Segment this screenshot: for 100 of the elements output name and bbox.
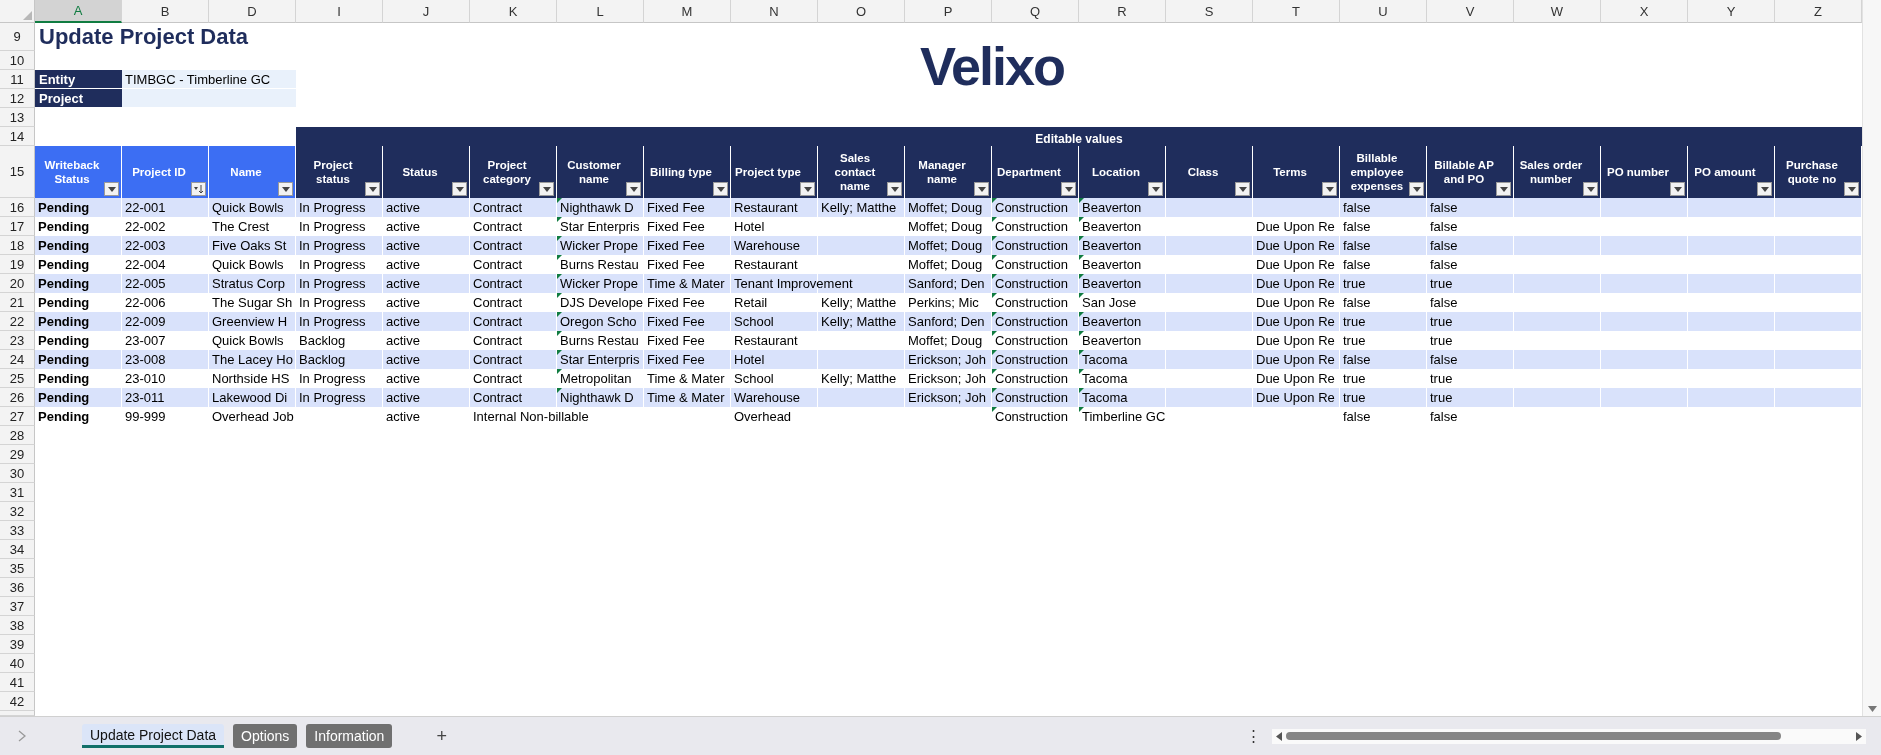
row-number[interactable]: 25 xyxy=(0,369,35,388)
column-letter[interactable]: R xyxy=(1079,0,1166,23)
table-cell: Contract xyxy=(473,257,523,272)
row-number[interactable]: 30 xyxy=(0,464,35,483)
filter-button[interactable] xyxy=(191,182,206,196)
scroll-right-icon[interactable] xyxy=(1856,731,1862,741)
column-letter[interactable]: L xyxy=(557,0,644,23)
row-number[interactable]: 18 xyxy=(0,236,35,255)
filter-button[interactable] xyxy=(1061,182,1076,196)
more-button[interactable]: ⋮ xyxy=(1243,727,1264,745)
filter-button[interactable] xyxy=(1322,182,1337,196)
scroll-down-icon[interactable] xyxy=(1867,706,1877,712)
column-letter[interactable]: P xyxy=(905,0,992,23)
sheet-tab[interactable]: Information xyxy=(306,724,393,748)
column-header-label: Project status xyxy=(312,158,354,186)
row-number[interactable]: 39 xyxy=(0,635,35,654)
filter-button[interactable] xyxy=(1670,182,1685,196)
caret-icon xyxy=(1586,186,1595,192)
caret-icon xyxy=(890,186,899,192)
row-number[interactable]: 41 xyxy=(0,673,35,692)
column-letter[interactable]: Y xyxy=(1688,0,1775,23)
row-number[interactable]: 14 xyxy=(0,127,35,146)
row-number[interactable]: 21 xyxy=(0,293,35,312)
column-letter[interactable]: U xyxy=(1340,0,1427,23)
table-cell: Quick Bowls xyxy=(212,200,284,215)
caret-icon xyxy=(107,186,116,192)
caret-icon xyxy=(455,186,464,192)
column-letter[interactable]: V xyxy=(1427,0,1514,23)
row-number[interactable]: 26 xyxy=(0,388,35,407)
filter-button[interactable] xyxy=(1844,182,1859,196)
column-letter[interactable]: W xyxy=(1514,0,1601,23)
filter-button[interactable] xyxy=(104,182,119,196)
sheet-tab[interactable]: Options xyxy=(233,724,298,748)
horizontal-scrollbar[interactable] xyxy=(1272,728,1866,744)
row-number[interactable]: 27 xyxy=(0,407,35,426)
column-letter[interactable]: A xyxy=(35,0,122,23)
filter-button[interactable] xyxy=(1148,182,1163,196)
scroll-thumb[interactable] xyxy=(1286,732,1781,740)
row-number[interactable]: 9 xyxy=(0,23,35,51)
row-number[interactable]: 42 xyxy=(0,692,35,711)
filter-button[interactable] xyxy=(1757,182,1772,196)
column-letter[interactable]: O xyxy=(818,0,905,23)
filter-button[interactable] xyxy=(452,182,467,196)
filter-button[interactable] xyxy=(1583,182,1598,196)
row-number[interactable]: 31 xyxy=(0,483,35,502)
row-number[interactable]: 15 xyxy=(0,146,35,198)
column-letter[interactable]: I xyxy=(296,0,383,23)
row-number[interactable]: 11 xyxy=(0,70,35,89)
filter-button[interactable] xyxy=(1409,182,1424,196)
filter-button[interactable] xyxy=(626,182,641,196)
row-number[interactable]: 17 xyxy=(0,217,35,236)
row-number[interactable]: 36 xyxy=(0,578,35,597)
column-letter[interactable]: J xyxy=(383,0,470,23)
row-number[interactable]: 22 xyxy=(0,312,35,331)
column-letter[interactable]: T xyxy=(1253,0,1340,23)
table-cell: Sanford; Den xyxy=(908,314,985,329)
filter-button[interactable] xyxy=(974,182,989,196)
filter-button[interactable] xyxy=(800,182,815,196)
row-number[interactable]: 16 xyxy=(0,198,35,217)
row-number[interactable]: 33 xyxy=(0,521,35,540)
row-number[interactable]: 28 xyxy=(0,426,35,445)
row-number[interactable]: 20 xyxy=(0,274,35,293)
table-cell: Star Enterpris xyxy=(560,352,640,367)
row-number[interactable]: 23 xyxy=(0,331,35,350)
row-number[interactable]: 34 xyxy=(0,540,35,559)
table-cell: false xyxy=(1430,257,1458,272)
column-letter[interactable]: X xyxy=(1601,0,1688,23)
table-cell: Contract xyxy=(473,238,523,253)
row-number[interactable]: 19 xyxy=(0,255,35,274)
column-letter[interactable]: S xyxy=(1166,0,1253,23)
column-letter[interactable]: Z xyxy=(1775,0,1862,23)
row-number[interactable]: 35 xyxy=(0,559,35,578)
filter-button[interactable] xyxy=(1496,182,1511,196)
row-number[interactable]: 37 xyxy=(0,597,35,616)
add-sheet-button[interactable]: + xyxy=(432,725,451,747)
row-number[interactable]: 32 xyxy=(0,502,35,521)
row-number[interactable]: 40 xyxy=(0,654,35,673)
row-number[interactable]: 24 xyxy=(0,350,35,369)
filter-button[interactable] xyxy=(278,182,293,196)
row-number[interactable]: 10 xyxy=(0,51,35,70)
scroll-left-icon[interactable] xyxy=(1276,731,1282,741)
column-letter[interactable]: D xyxy=(209,0,296,23)
column-letter[interactable]: N xyxy=(731,0,818,23)
row-number[interactable]: 12 xyxy=(0,89,35,108)
row-number[interactable]: 38 xyxy=(0,616,35,635)
column-letter[interactable]: K xyxy=(470,0,557,23)
table-cell: Pending xyxy=(38,314,90,329)
table-cell: Moffet; Doug xyxy=(908,257,983,272)
filter-button[interactable] xyxy=(713,182,728,196)
column-letter[interactable]: Q xyxy=(992,0,1079,23)
column-letter[interactable]: B xyxy=(122,0,209,23)
filter-button[interactable] xyxy=(365,182,380,196)
row-number[interactable]: 13 xyxy=(0,108,35,127)
filter-button[interactable] xyxy=(887,182,902,196)
filter-button[interactable] xyxy=(1235,182,1250,196)
column-letter[interactable]: M xyxy=(644,0,731,23)
parameter-value[interactable]: TIMBGC - Timberline GC xyxy=(122,70,296,89)
row-number[interactable]: 29 xyxy=(0,445,35,464)
filter-button[interactable] xyxy=(539,182,554,196)
sheet-tab[interactable]: Update Project Data xyxy=(82,724,225,748)
